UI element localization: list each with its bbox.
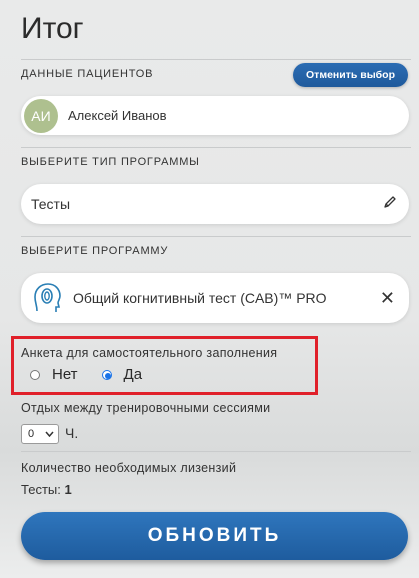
divider	[21, 236, 411, 237]
program-type-selector[interactable]: Тесты	[21, 184, 409, 224]
rest-hours-select[interactable]: 0	[21, 424, 59, 444]
patient-name: Алексей Иванов	[68, 108, 167, 123]
radio-no[interactable]	[30, 369, 40, 380]
patients-section-label: ДАННЫЕ ПАЦИЕНТОВ	[21, 68, 154, 80]
divider	[21, 451, 411, 452]
radio-yes-label: Да	[123, 366, 143, 383]
program-name: Общий когнитивный тест (CAB)™ PRO	[73, 290, 327, 306]
pencil-icon[interactable]	[383, 195, 397, 214]
questionnaire-options: Нет Да	[30, 366, 142, 383]
license-count: 1	[64, 482, 72, 497]
license-count-row: Тесты: 1	[21, 482, 72, 497]
rest-unit: Ч.	[65, 425, 79, 441]
radio-yes[interactable]	[101, 369, 112, 380]
cancel-selection-button[interactable]: Отменить выбор	[293, 63, 408, 87]
program-type-value: Тесты	[31, 196, 71, 212]
divider	[21, 59, 411, 60]
head-logo-icon	[31, 281, 65, 315]
license-label: Количество необходимых лизензий	[21, 461, 237, 475]
patient-card[interactable]: АИ Алексей Иванов	[21, 96, 409, 135]
rest-hours-value: 0	[28, 428, 35, 440]
divider	[21, 147, 411, 148]
radio-no-label: Нет	[52, 366, 78, 383]
program-type-section-label: ВЫБЕРИТЕ ТИП ПРОГРАММЫ	[21, 156, 200, 168]
avatar: АИ	[24, 98, 58, 133]
update-button[interactable]: ОБНОВИТЬ	[21, 512, 408, 560]
rest-label: Отдых между тренировочными сессиями	[21, 401, 271, 415]
page-title: Итог	[21, 12, 84, 45]
program-selector[interactable]: Общий когнитивный тест (CAB)™ PRO ✕	[21, 273, 409, 323]
questionnaire-label: Анкета для самостоятельного заполнения	[21, 346, 278, 360]
chevron-down-icon	[45, 428, 54, 440]
program-section-label: ВЫБЕРИТЕ ПРОГРАММУ	[21, 245, 169, 257]
license-item-label: Тесты:	[21, 482, 61, 497]
close-icon[interactable]: ✕	[380, 289, 395, 307]
